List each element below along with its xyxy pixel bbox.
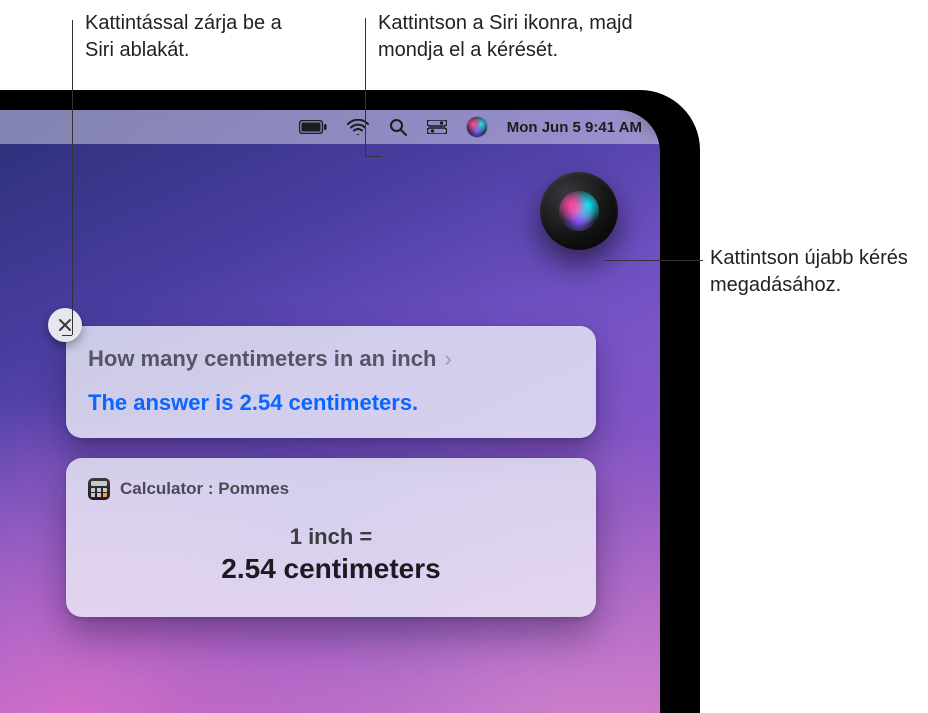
calculator-result-input: 1 inch = xyxy=(88,524,574,550)
callout-leader xyxy=(365,18,366,156)
control-center-icon[interactable] xyxy=(427,120,447,134)
siri-answer-card: How many centimeters in an inch › The an… xyxy=(66,326,596,438)
callout-leader xyxy=(605,260,703,261)
menubar: Mon Jun 5 9:41 AM xyxy=(0,110,660,144)
close-icon xyxy=(58,318,72,332)
siri-question-text: How many centimeters in an inch xyxy=(88,346,436,372)
siri-answer-text: The answer is 2.54 centimeters. xyxy=(88,390,574,416)
calculator-card[interactable]: Calculator : Pommes 1 inch = 2.54 centim… xyxy=(66,458,596,617)
chevron-right-icon: › xyxy=(444,346,451,372)
callout-leader xyxy=(72,20,73,335)
menubar-datetime[interactable]: Mon Jun 5 9:41 AM xyxy=(507,119,642,136)
siri-question-row[interactable]: How many centimeters in an inch › xyxy=(88,346,574,372)
siri-orb-button[interactable] xyxy=(540,172,618,250)
calculator-card-header: Calculator : Pommes xyxy=(88,478,574,500)
desktop-screen: Mon Jun 5 9:41 AM How many centimeters i… xyxy=(0,110,660,713)
calculator-card-body: 1 inch = 2.54 centimeters xyxy=(88,500,574,595)
callout-leader xyxy=(62,335,72,336)
calculator-icon xyxy=(88,478,110,500)
callout-another-request: Kattintson újabb kérés megadásához. xyxy=(710,245,910,299)
callout-close-siri: Kattintással zárja be a Siri ablakát. xyxy=(85,10,315,64)
callout-leader xyxy=(365,156,381,157)
close-siri-button[interactable] xyxy=(48,308,82,342)
battery-icon[interactable] xyxy=(299,120,327,134)
device-corner: Mon Jun 5 9:41 AM How many centimeters i… xyxy=(0,90,700,713)
calculator-card-title: Calculator : Pommes xyxy=(120,479,289,499)
calculator-result-output: 2.54 centimeters xyxy=(88,553,574,585)
siri-icon xyxy=(559,191,599,231)
siri-results: How many centimeters in an inch › The an… xyxy=(66,326,596,617)
callout-click-siri-icon: Kattintson a Siri ikonra, majd mondja el… xyxy=(378,10,638,64)
siri-menubar-icon[interactable] xyxy=(467,117,487,137)
spotlight-search-icon[interactable] xyxy=(389,118,407,136)
